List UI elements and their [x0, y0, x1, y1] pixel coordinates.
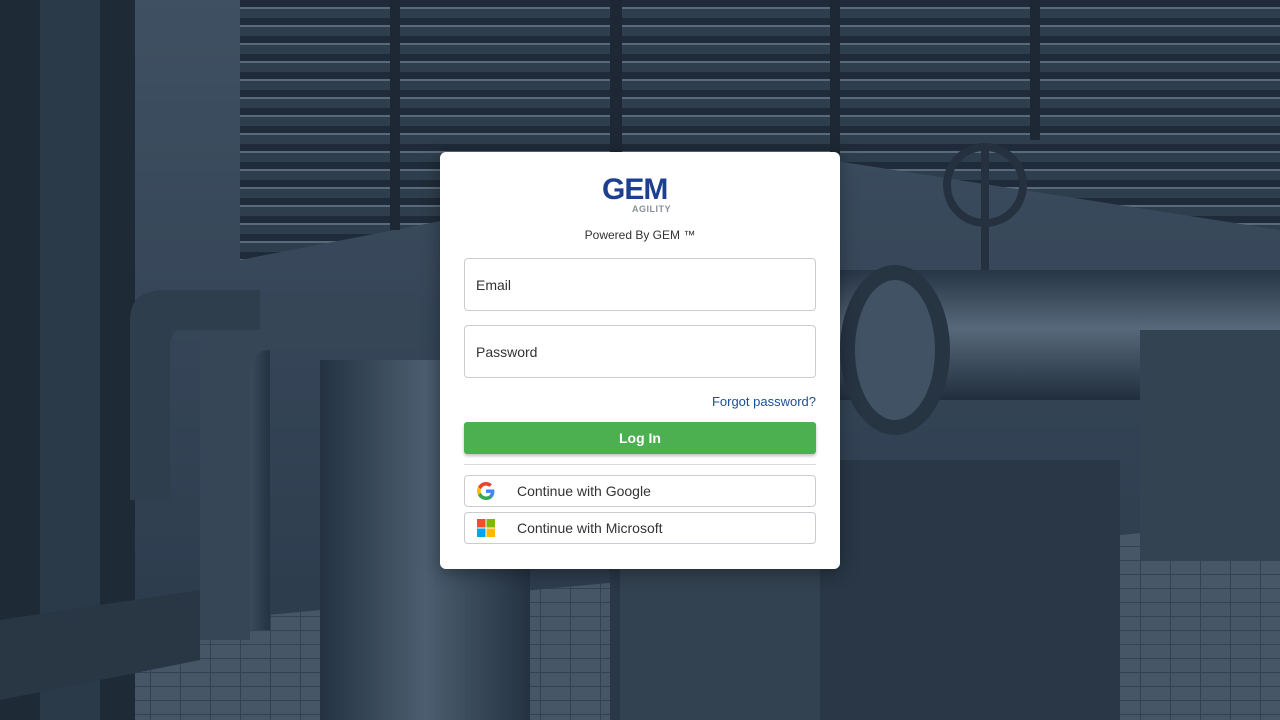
forgot-password-link[interactable]: Forgot password?: [712, 394, 816, 409]
password-input[interactable]: [476, 326, 804, 377]
continue-with-google-button[interactable]: Continue with Google: [464, 475, 816, 507]
microsoft-button-label: Continue with Microsoft: [517, 520, 663, 536]
powered-by-text: Powered By GEM ™: [584, 228, 696, 242]
logo-main-text: GEM: [602, 173, 668, 206]
google-icon: [476, 481, 496, 501]
microsoft-icon: [476, 518, 496, 538]
password-field-wrapper: [464, 325, 816, 378]
email-field-wrapper: [464, 258, 816, 311]
divider: [464, 464, 816, 465]
email-input[interactable]: [476, 259, 804, 310]
gem-agility-logo: GEM AGILITY: [600, 173, 680, 215]
continue-with-microsoft-button[interactable]: Continue with Microsoft: [464, 512, 816, 544]
login-button[interactable]: Log In: [464, 422, 816, 454]
login-card: GEM AGILITY Powered By GEM ™ Forgot pass…: [440, 152, 840, 569]
google-button-label: Continue with Google: [517, 483, 651, 499]
logo-sub-text: AGILITY: [632, 204, 671, 214]
